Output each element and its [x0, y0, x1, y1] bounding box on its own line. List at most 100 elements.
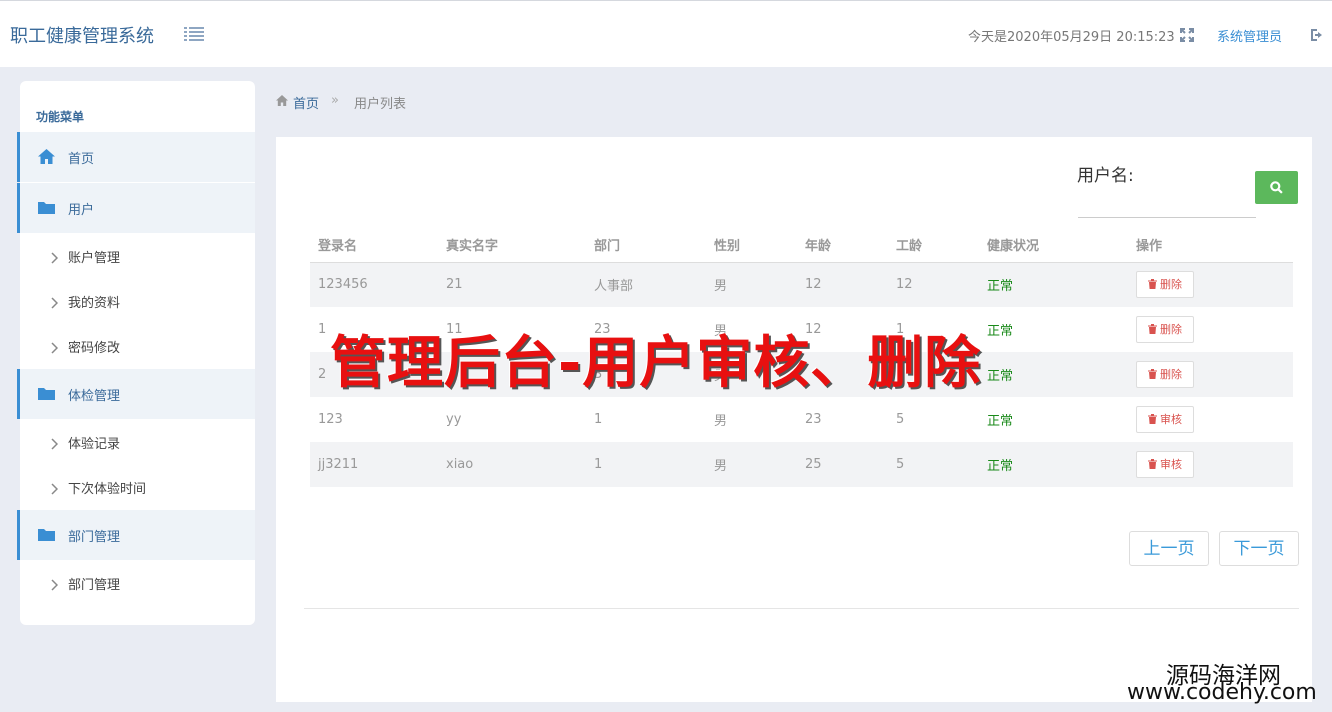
breadcrumb-separator: »	[331, 93, 339, 108]
cell-gender: 男	[706, 262, 797, 307]
cell-realname: 11	[446, 322, 463, 337]
column-header: 登录名	[310, 227, 438, 263]
sidebar-item-label: 账户管理	[68, 251, 121, 266]
sidebar-item-label: 体检管理	[68, 389, 121, 404]
cell-login: 123	[318, 412, 343, 427]
cell-action: 删除	[1128, 352, 1293, 397]
cell-seniority: 12	[888, 262, 979, 307]
cell-seniority: 1	[896, 322, 905, 337]
previous-page-button[interactable]: 上一页	[1129, 531, 1209, 566]
sidebar-item-department-management[interactable]: 部门管理	[17, 510, 255, 560]
sidebar-item-change-password[interactable]: 密码修改	[20, 323, 255, 367]
table-row: 2 3 男 正常 删除	[310, 352, 1293, 397]
search-label: 用户名:	[1077, 166, 1134, 186]
fullscreen-icon[interactable]	[1180, 27, 1194, 42]
column-header: 性别	[706, 227, 797, 263]
cell-age: 25	[797, 442, 888, 487]
sidebar-item-label: 用户	[68, 203, 95, 218]
folder-icon	[37, 199, 56, 216]
cell-action: 删除	[1128, 307, 1293, 352]
search-button[interactable]	[1255, 171, 1298, 204]
sidebar-item-label: 密码修改	[68, 341, 121, 356]
cell-realname: 21	[438, 262, 586, 307]
chevron-right-icon	[50, 339, 59, 354]
cell-seniority: 5	[888, 442, 979, 487]
folder-icon	[37, 526, 56, 543]
column-header: 工龄	[888, 227, 979, 263]
cell-realname: xiao	[438, 442, 586, 487]
chevron-right-icon	[50, 480, 59, 495]
cell-seniority	[888, 352, 979, 397]
cell-seniority: 5	[896, 412, 905, 427]
action-label: 删除	[1160, 368, 1182, 381]
user-table: 登录名 真实名字 部门 性别 年龄 工龄 健康状况 操作 123456 21 人…	[310, 227, 1293, 487]
logout-icon[interactable]	[1310, 27, 1325, 41]
current-datetime: 今天是2020年05月29日 20:15:23	[968, 30, 1175, 45]
column-header: 年龄	[797, 227, 888, 263]
cell-login: 1	[318, 322, 327, 337]
cell-dept: 1	[586, 442, 706, 487]
search-icon	[1270, 181, 1283, 194]
sidebar-item-label: 下次体验时间	[68, 482, 147, 497]
cell-dept: 1	[594, 412, 603, 427]
table-row: 123456 21 人事部 男 12 12 正常 删除	[310, 262, 1293, 307]
approve-button[interactable]: 审核	[1136, 406, 1194, 433]
column-header: 操作	[1128, 227, 1293, 263]
cell-realname	[438, 352, 586, 397]
cell-age	[797, 352, 888, 397]
cell-age: 12	[797, 262, 888, 307]
delete-button[interactable]: 删除	[1136, 316, 1194, 343]
admin-user-link[interactable]: 系统管理员	[1217, 26, 1282, 45]
table-row: 123 yy 1 男 23 5 正常 审核	[310, 397, 1293, 442]
delete-button[interactable]: 删除	[1136, 271, 1194, 299]
column-header: 健康状况	[979, 227, 1128, 263]
cell-health: 正常	[979, 352, 1128, 397]
breadcrumb-current: 用户列表	[354, 97, 407, 112]
folder-icon	[37, 385, 56, 402]
next-page-button[interactable]: 下一页	[1219, 531, 1299, 566]
breadcrumb-home-link[interactable]: 首页	[293, 93, 319, 112]
sidebar-item-account-management[interactable]: 账户管理	[20, 233, 255, 277]
sidebar-item-label: 体验记录	[68, 437, 121, 452]
approve-button[interactable]: 审核	[1136, 451, 1194, 478]
sidebar-heading: 功能菜单	[36, 110, 85, 124]
cell-action: 删除	[1128, 262, 1293, 307]
sidebar-item-exam-records[interactable]: 体验记录	[20, 419, 255, 463]
cell-dept: 23	[594, 322, 611, 337]
panel-divider	[304, 608, 1299, 609]
action-label: 审核	[1160, 458, 1182, 471]
username-search-input[interactable]	[1078, 192, 1256, 218]
sidebar-item-users[interactable]: 用户	[17, 183, 255, 233]
cell-dept: 3	[586, 352, 706, 397]
sidebar-item-my-profile[interactable]: 我的资料	[20, 278, 255, 322]
action-label: 审核	[1160, 413, 1182, 426]
cell-gender: 男	[714, 324, 728, 339]
table-row: jj3211 xiao 1 男 25 5 正常 审核	[310, 442, 1293, 487]
sidebar-item-department-sub[interactable]: 部门管理	[20, 560, 255, 604]
sidebar-item-home[interactable]: 首页	[17, 132, 255, 182]
table-row: 1 11 23 男 12 1 正常 删除	[310, 307, 1293, 352]
trash-icon	[1148, 414, 1157, 424]
app-title: 职工健康管理系统	[10, 26, 154, 47]
cell-health: 正常	[987, 414, 1014, 429]
sidebar-item-label: 我的资料	[68, 296, 121, 311]
column-header: 真实名字	[438, 227, 586, 263]
chevron-right-icon	[50, 576, 59, 591]
cell-health: 正常	[979, 442, 1128, 487]
home-icon	[276, 95, 288, 106]
sidebar-item-physical-exam[interactable]: 体检管理	[17, 369, 255, 419]
delete-button[interactable]: 删除	[1136, 361, 1194, 388]
cell-action: 审核	[1128, 442, 1293, 487]
sidebar-item-next-exam-time[interactable]: 下次体验时间	[20, 464, 255, 508]
column-header: 部门	[586, 227, 706, 263]
sidebar-item-label: 部门管理	[68, 530, 121, 545]
cell-gender: 男	[706, 442, 797, 487]
chevron-right-icon	[50, 294, 59, 309]
cell-gender: 男	[706, 352, 797, 397]
chevron-right-icon	[50, 249, 59, 264]
cell-action: 审核	[1128, 397, 1293, 442]
cell-realname: yy	[446, 412, 462, 427]
action-label: 删除	[1160, 323, 1182, 336]
list-menu-icon[interactable]	[184, 26, 204, 42]
sidebar-item-label: 首页	[68, 152, 95, 167]
